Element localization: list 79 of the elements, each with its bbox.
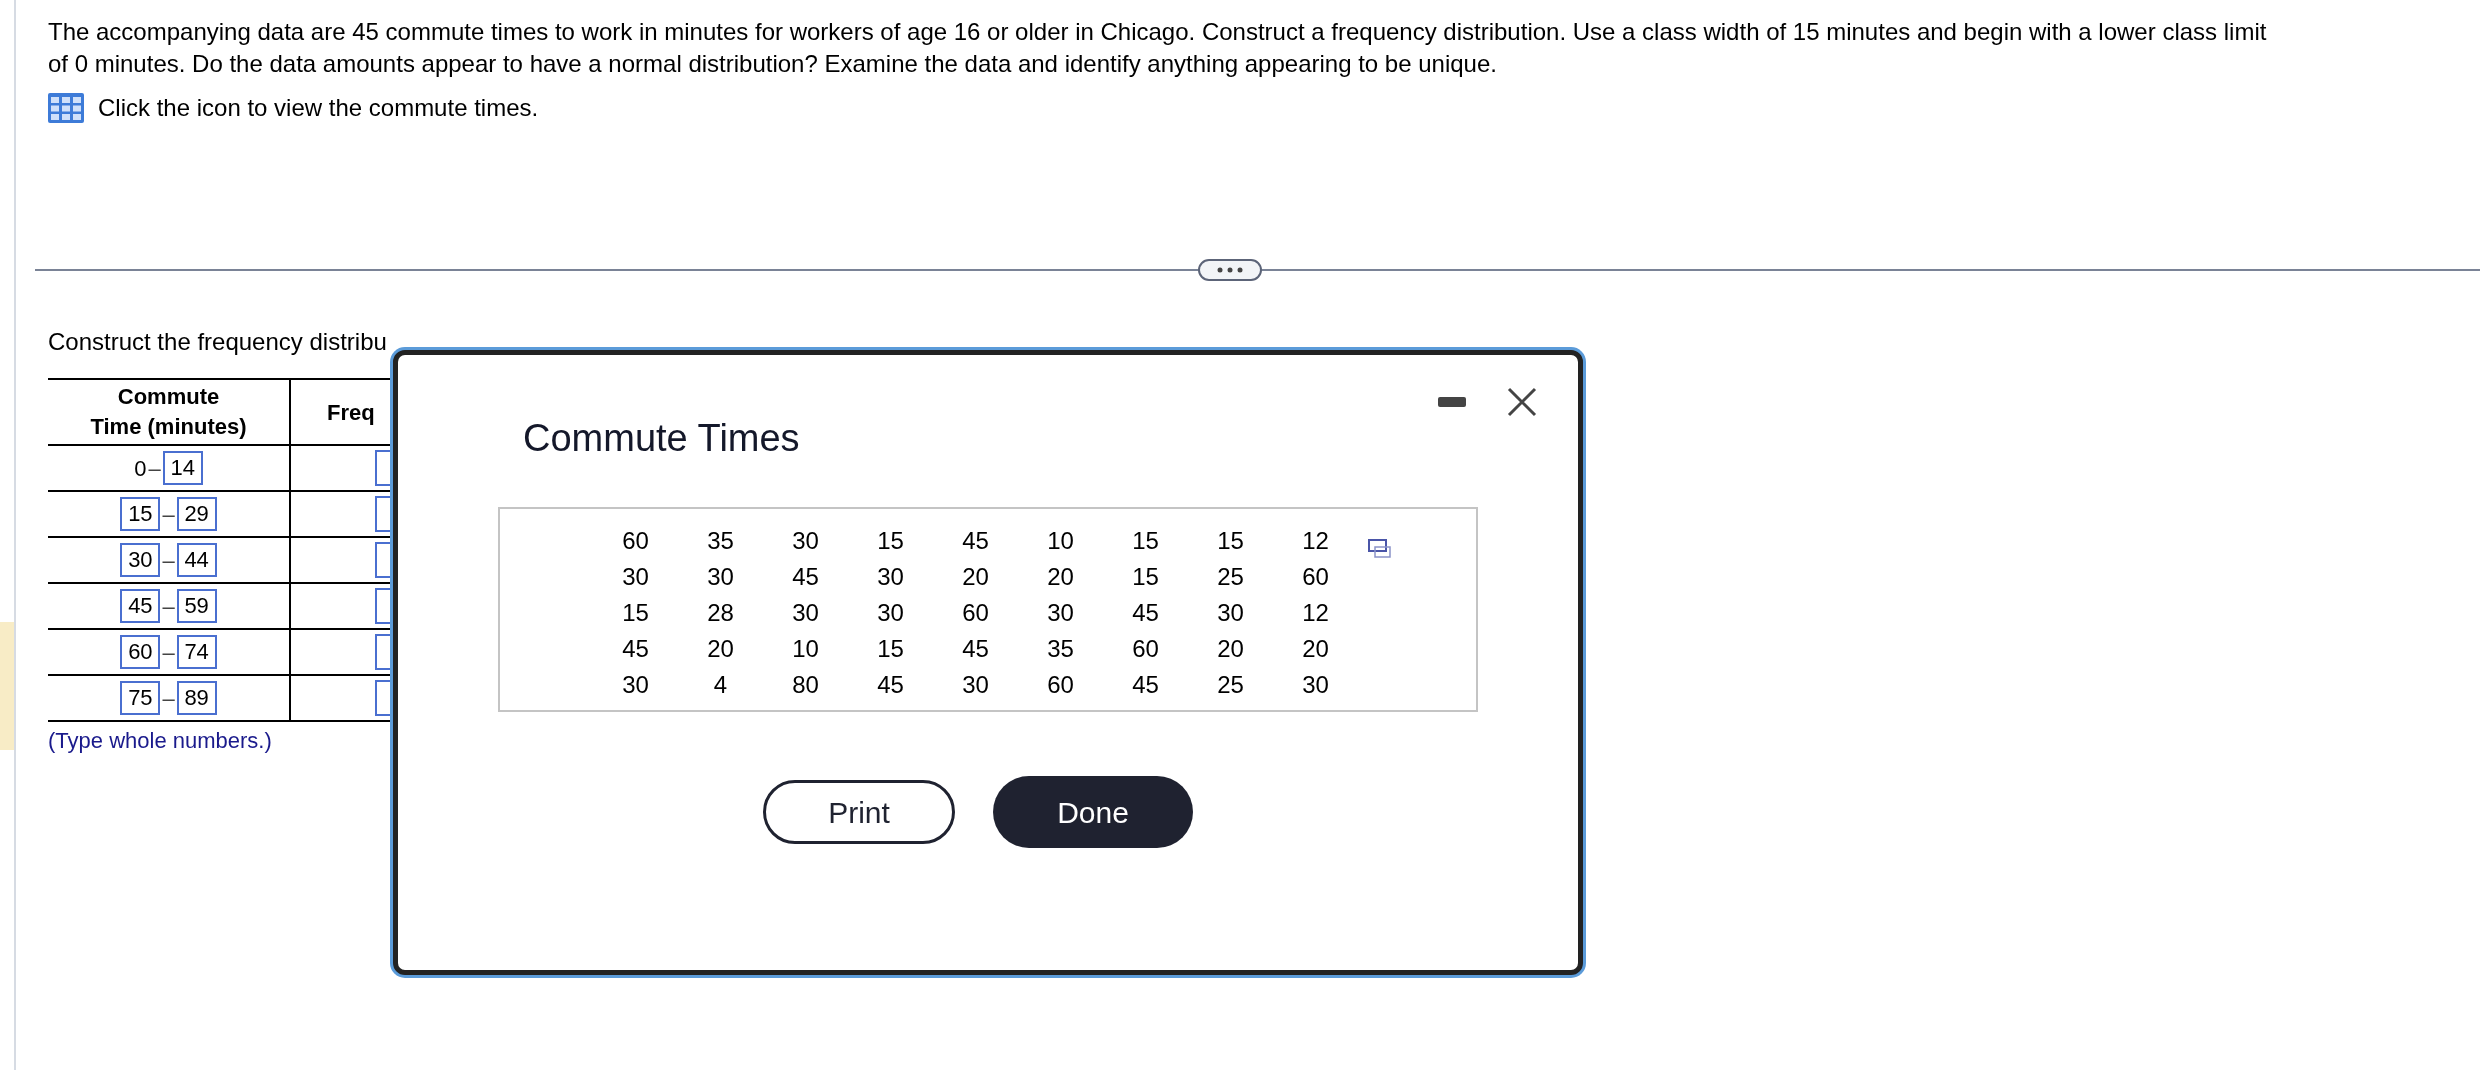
data-value: 30 <box>1046 598 1075 628</box>
data-value: 60 <box>1301 562 1330 592</box>
data-value: 20 <box>1301 634 1330 664</box>
data-value: 30 <box>961 670 990 700</box>
answer-box[interactable]: 60 <box>120 635 161 669</box>
data-value: 15 <box>1131 562 1160 592</box>
dash: – <box>162 638 175 667</box>
data-value: 30 <box>706 562 735 592</box>
data-value: 35 <box>706 526 735 556</box>
answer-box[interactable]: 15 <box>120 497 161 531</box>
data-value: 30 <box>791 526 820 556</box>
class-limit: 0 <box>134 454 147 483</box>
data-value: 4 <box>712 670 729 700</box>
dash: – <box>162 500 175 529</box>
question-text: of 0 minutes. Do the data amounts appear to have a normal distribution? Examine the data and identify anything appearing to be unique. <box>48 49 1498 79</box>
data-value: 30 <box>876 562 905 592</box>
answer-box[interactable]: 75 <box>120 681 161 715</box>
dash: – <box>162 684 175 713</box>
data-value: 20 <box>706 634 735 664</box>
data-value: 15 <box>621 598 650 628</box>
data-value: 10 <box>1046 526 1075 556</box>
ellipsis-icon <box>1217 267 1243 273</box>
data-value: 60 <box>621 526 650 556</box>
data-value: 15 <box>876 634 905 664</box>
data-value: 60 <box>961 598 990 628</box>
data-value: 45 <box>961 526 990 556</box>
column-header: Freq <box>327 399 375 425</box>
section-prompt: Construct the frequency distribu <box>48 327 388 357</box>
data-value: 30 <box>1216 598 1245 628</box>
data-value: 12 <box>1301 526 1330 556</box>
data-value: 12 <box>1301 598 1330 628</box>
data-value: 25 <box>1216 562 1245 592</box>
dash: – <box>162 546 175 575</box>
answer-box[interactable]: 44 <box>176 543 217 577</box>
data-value: 15 <box>876 526 905 556</box>
data-value: 20 <box>961 562 990 592</box>
answer-box[interactable]: 29 <box>176 497 217 531</box>
data-value: 10 <box>791 634 820 664</box>
data-value: 30 <box>791 598 820 628</box>
dash: – <box>148 454 161 483</box>
data-value: 15 <box>1216 526 1245 556</box>
done-button[interactable]: Done <box>993 776 1193 848</box>
answer-box[interactable]: 30 <box>120 543 161 577</box>
data-value: 30 <box>876 598 905 628</box>
print-button[interactable]: Print <box>763 780 955 844</box>
question-text: The accompanying data are 45 commute times to work in minutes for workers of age 16 or older in Chicago. Construct a frequency distribution. Use a class width of 15 minutes and begin with a lower class limit <box>48 17 2268 47</box>
close-button[interactable] <box>1506 386 1538 418</box>
dash: – <box>162 592 175 621</box>
data-link[interactable]: Click the icon to view the commute times. <box>98 90 539 126</box>
column-header: Commute Time (minutes) <box>48 379 290 445</box>
data-value: 45 <box>1131 670 1160 700</box>
data-value: 28 <box>706 598 735 628</box>
data-value: 45 <box>1131 598 1160 628</box>
answer-box[interactable]: 89 <box>176 681 217 715</box>
dialog-title: Commute Times <box>523 416 800 461</box>
data-value: 30 <box>621 562 650 592</box>
answer-box[interactable]: 45 <box>120 589 161 623</box>
data-value: 30 <box>1301 670 1330 700</box>
table-icon[interactable] <box>48 93 84 123</box>
answer-box[interactable]: 59 <box>176 589 217 623</box>
data-value: 15 <box>1131 526 1160 556</box>
data-value: 45 <box>621 634 650 664</box>
input-hint: (Type whole numbers.) <box>48 727 273 755</box>
data-value: 20 <box>1046 562 1075 592</box>
more-button[interactable] <box>1198 259 1262 281</box>
answer-box[interactable]: 74 <box>176 635 217 669</box>
answer-box[interactable]: 14 <box>162 451 203 485</box>
copy-icon[interactable] <box>1368 539 1392 559</box>
data-value: 35 <box>1046 634 1075 664</box>
data-value: 60 <box>1131 634 1160 664</box>
data-value: 25 <box>1216 670 1245 700</box>
data-value: 45 <box>876 670 905 700</box>
data-value: 80 <box>791 670 820 700</box>
data-value: 45 <box>791 562 820 592</box>
close-icon <box>1507 387 1537 417</box>
data-value: 45 <box>961 634 990 664</box>
data-value: 20 <box>1216 634 1245 664</box>
data-value: 60 <box>1046 670 1075 700</box>
data-value: 30 <box>621 670 650 700</box>
